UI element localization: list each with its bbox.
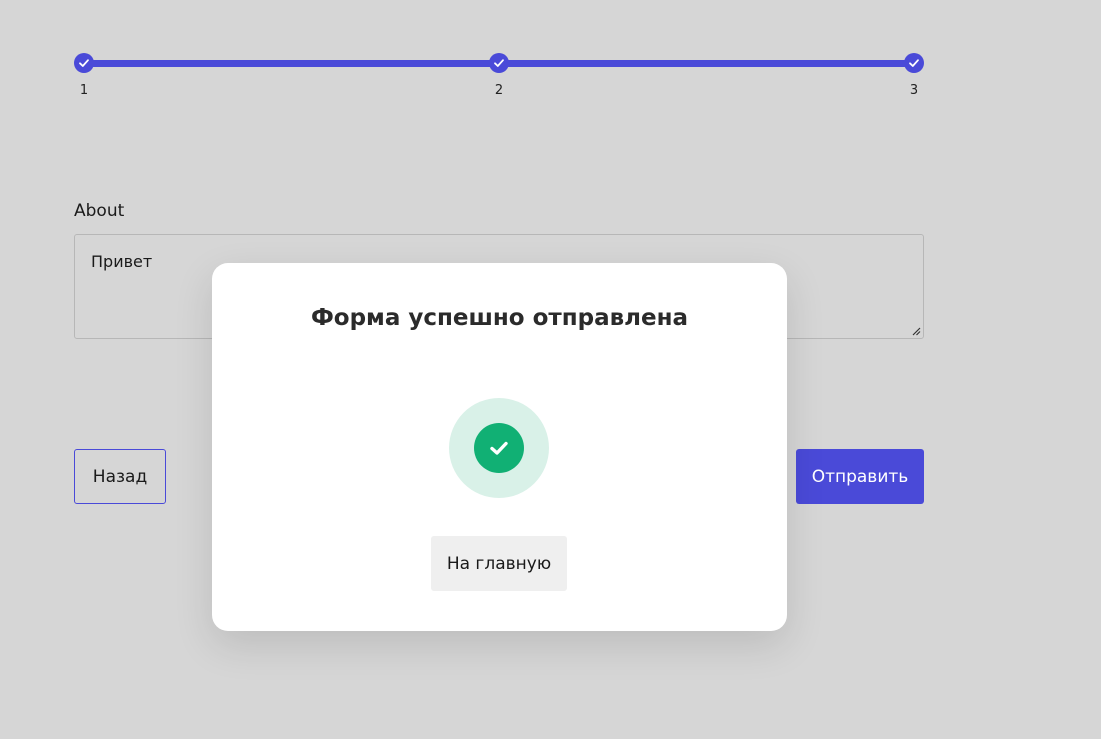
step-number: 3 xyxy=(909,83,919,98)
step-3[interactable]: 3 xyxy=(904,53,924,99)
progress-stepper: 1 2 3 xyxy=(74,53,934,103)
back-button[interactable]: Назад xyxy=(74,449,166,504)
modal-title: Форма успешно отправлена xyxy=(310,305,689,331)
step-1[interactable]: 1 xyxy=(74,53,94,99)
submit-button[interactable]: Отправить xyxy=(796,449,924,504)
about-label: About xyxy=(74,201,125,221)
about-textarea-value: Привет xyxy=(91,252,153,271)
step-number: 2 xyxy=(494,83,504,98)
home-button[interactable]: На главную xyxy=(431,536,567,591)
success-modal: Форма успешно отправлена На главную xyxy=(212,263,787,631)
success-icon-halo xyxy=(449,398,549,498)
step-check-icon xyxy=(904,53,924,73)
step-check-icon xyxy=(74,53,94,73)
step-number: 1 xyxy=(79,83,89,98)
check-circle-icon xyxy=(474,423,524,473)
resize-grip-icon[interactable] xyxy=(911,326,921,336)
step-2[interactable]: 2 xyxy=(489,53,509,99)
step-check-icon xyxy=(489,53,509,73)
